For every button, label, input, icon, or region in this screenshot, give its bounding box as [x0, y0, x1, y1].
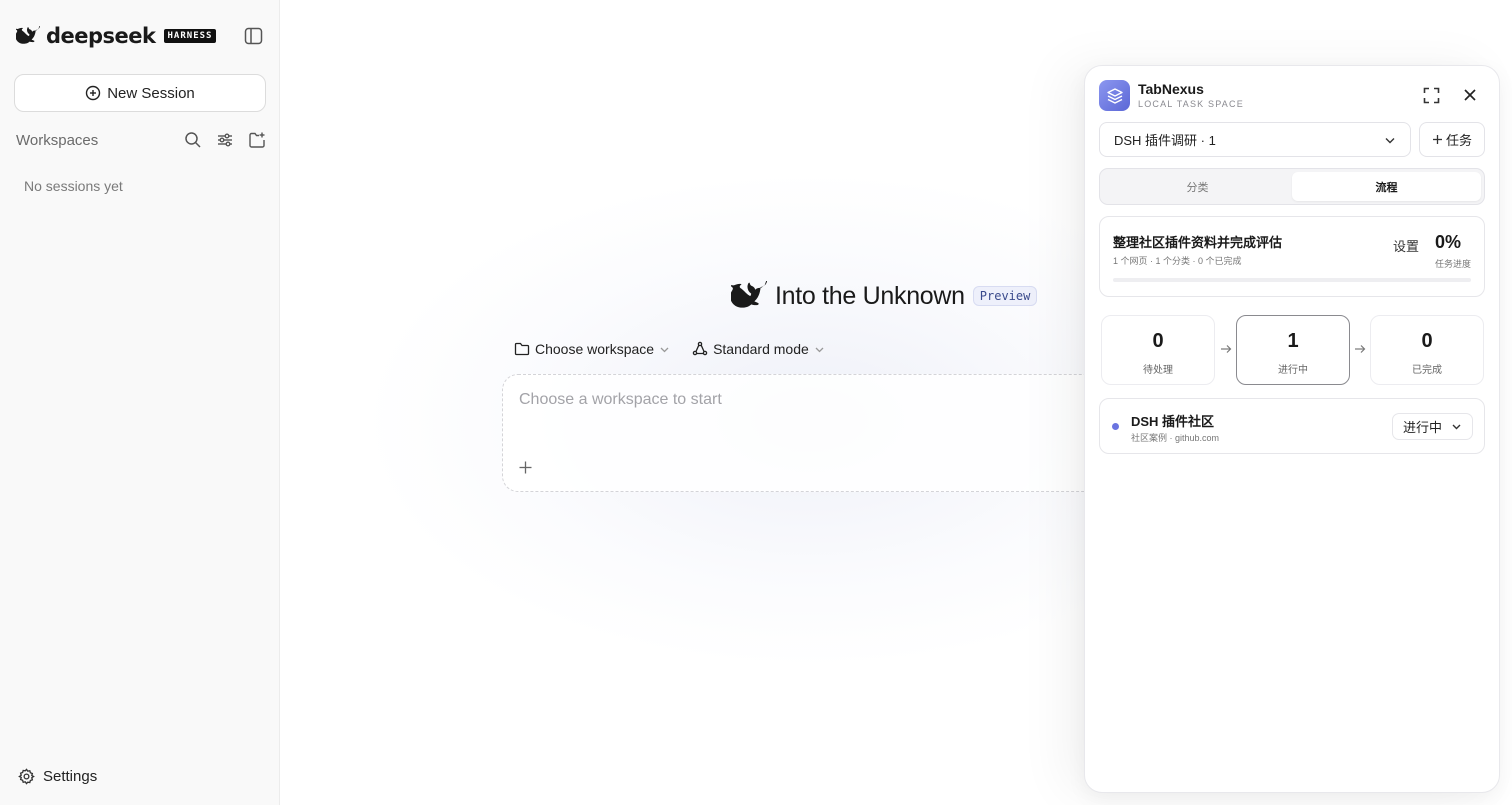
brand-logo: deepseek HARNESS	[16, 24, 217, 48]
project-select[interactable]: DSH 插件调研 · 1	[1099, 122, 1411, 157]
chevron-down-icon	[815, 347, 824, 352]
workspace-dropdown-label: Choose workspace	[535, 341, 655, 357]
hero-heading: Into the Unknown Preview	[731, 281, 1038, 311]
add-folder-icon[interactable]	[248, 131, 266, 149]
view-tabs: 分类 流程	[1099, 168, 1485, 205]
project-select-value: DSH 插件调研 · 1	[1114, 133, 1216, 148]
brand-tag: HARNESS	[163, 29, 217, 43]
task-progress-percent: 0%	[1435, 232, 1462, 252]
new-session-button[interactable]: New Session	[14, 74, 266, 112]
expand-icon[interactable]	[1423, 87, 1440, 104]
item-status-value: 进行中	[1403, 420, 1443, 435]
composer-options: Choose workspace Standard mode	[514, 341, 825, 357]
stage-count: 0	[1421, 330, 1433, 352]
item-subtitle: 社区案例 · github.com	[1131, 433, 1220, 443]
mode-dropdown-label: Standard mode	[713, 341, 809, 357]
chevron-down-icon	[1385, 137, 1395, 143]
panel-title: TabNexus	[1138, 81, 1204, 97]
workspace-dropdown[interactable]: Choose workspace	[514, 341, 670, 357]
tab-flow[interactable]: 流程	[1292, 172, 1481, 201]
close-icon[interactable]	[1462, 87, 1478, 103]
stage-label: 待处理	[1143, 365, 1173, 376]
chevron-down-icon	[1452, 424, 1461, 430]
task-progress-label: 任务进度	[1435, 259, 1472, 269]
task-summary-card: 整理社区插件资料并完成评估 1 个网页 · 1 个分类 · 0 个已完成 设置 …	[1099, 216, 1485, 297]
settings-label: Settings	[43, 768, 98, 785]
tabnexus-panel: TabNexus LOCAL TASK SPACE DSH 插件调研 · 1 任…	[1084, 65, 1500, 793]
mode-icon	[692, 341, 708, 356]
search-icon[interactable]	[184, 131, 202, 149]
sidebar: deepseek HARNESS New Session Workspaces …	[0, 0, 280, 805]
composer-box[interactable]: Choose a workspace to start	[502, 374, 1142, 492]
hero-title: Into the Unknown	[775, 281, 965, 310]
stage-count: 0	[1152, 330, 1164, 352]
task-progress-bar	[1113, 278, 1471, 282]
stage-count: 1	[1287, 330, 1299, 352]
chevron-down-icon	[660, 347, 669, 352]
flow-stages: 0 待处理 1 进行中 0 已完成	[1101, 315, 1485, 385]
add-task-label: 任务	[1445, 133, 1472, 148]
folder-icon	[514, 342, 530, 356]
plus-icon	[1432, 135, 1442, 144]
panel-subtitle: LOCAL TASK SPACE	[1138, 99, 1244, 109]
arrow-right-icon	[1355, 345, 1366, 353]
item-status-select[interactable]: 进行中	[1392, 413, 1473, 440]
preview-badge: Preview	[972, 286, 1038, 306]
plus-icon	[519, 461, 531, 473]
stage-done[interactable]: 0 已完成	[1370, 315, 1484, 385]
filter-icon[interactable]	[216, 131, 234, 149]
deepseek-whale-icon	[16, 26, 40, 44]
settings-button[interactable]: Settings	[18, 768, 97, 785]
deepseek-whale-icon	[731, 281, 767, 308]
task-title: 整理社区插件资料并完成评估	[1113, 235, 1283, 250]
layers-icon	[1106, 87, 1123, 104]
brand-name: deepseek	[46, 24, 156, 48]
workspaces-label: Workspaces	[16, 131, 99, 149]
gear-icon	[18, 768, 35, 785]
composer-placeholder: Choose a workspace to start	[519, 391, 722, 408]
stage-label: 进行中	[1278, 365, 1308, 376]
stage-label: 已完成	[1412, 365, 1442, 376]
status-dot	[1112, 423, 1119, 430]
stage-in-progress[interactable]: 1 进行中	[1236, 315, 1350, 385]
new-session-label: New Session	[107, 84, 195, 102]
stage-pending[interactable]: 0 待处理	[1101, 315, 1215, 385]
attach-button[interactable]	[515, 457, 535, 477]
mode-dropdown[interactable]: Standard mode	[692, 341, 825, 357]
add-task-button[interactable]: 任务	[1419, 122, 1485, 157]
item-title: DSH 插件社区	[1131, 414, 1215, 429]
workspaces-header: Workspaces	[16, 129, 266, 151]
tab-category[interactable]: 分类	[1103, 172, 1292, 201]
arrow-right-icon	[1221, 345, 1232, 353]
tabnexus-logo	[1099, 80, 1130, 111]
empty-sessions-text: No sessions yet	[24, 178, 123, 194]
task-settings-button[interactable]: 设置	[1393, 236, 1419, 255]
plus-circle-icon	[86, 85, 101, 101]
task-meta: 1 个网页 · 1 个分类 · 0 个已完成	[1113, 256, 1242, 266]
sidebar-toggle-icon[interactable]	[244, 27, 263, 45]
task-item[interactable]: DSH 插件社区 社区案例 · github.com 进行中	[1099, 398, 1485, 454]
